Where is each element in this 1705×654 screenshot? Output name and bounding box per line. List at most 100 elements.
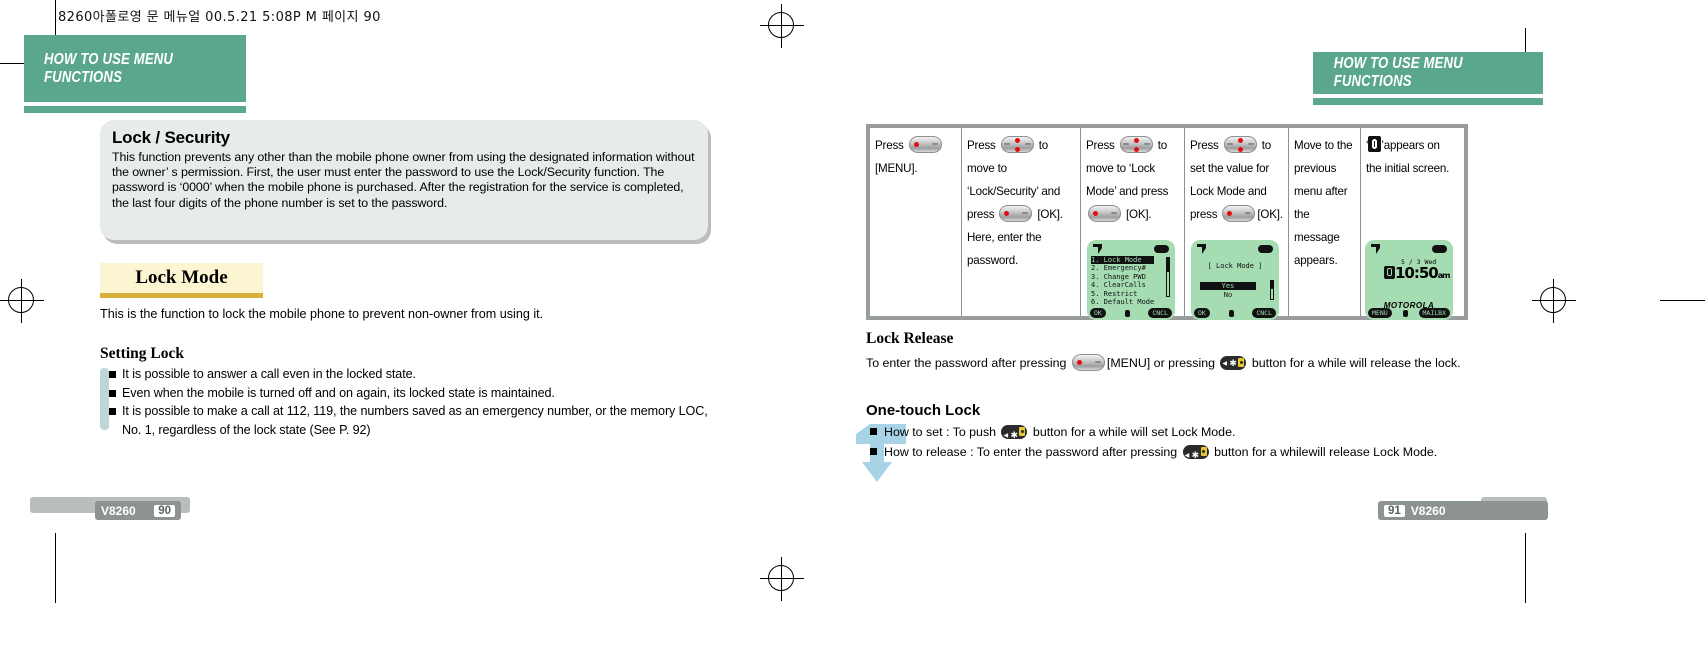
square-bullet-icon [870, 448, 877, 455]
lock-icon [1368, 136, 1382, 152]
step5-text: Move to the previous menu after the mess… [1294, 139, 1353, 267]
square-bullet-icon [870, 428, 877, 435]
lock-indicator-icon [1384, 266, 1395, 279]
table-cell-step-5: Move to the previous menu after the mess… [1289, 128, 1361, 316]
footer-left: V8260 90 [95, 501, 181, 520]
list-item: How to release : To enter the password a… [866, 442, 1466, 466]
list-item: Even when the mobile is turned off and o… [100, 384, 720, 403]
star-lock-key-icon: ✱ [1182, 445, 1209, 466]
lcd-idle-time: 10:50am [1395, 264, 1451, 282]
lock-release-text-a: To enter the password after pressing [866, 356, 1070, 370]
lcd-confirm-screen: [ Lock Mode ] Yes No OK CNCL [1191, 240, 1279, 320]
registration-mark-top [760, 4, 804, 48]
center-key-icon [1402, 309, 1408, 317]
star-lock-key-icon: ✱ [1220, 356, 1247, 373]
softkey-ok[interactable]: OK [1194, 308, 1210, 318]
footer-model-left: V8260 [101, 503, 136, 518]
list-item: It is possible to make a call at 112, 11… [100, 402, 720, 439]
scrollbar[interactable] [1270, 280, 1274, 300]
ok-key-icon [1088, 205, 1121, 222]
how-to-release-b: button for a while [1210, 445, 1309, 459]
crop-mark-right-bottom-v [1525, 533, 1526, 603]
scrollbar[interactable] [1166, 257, 1170, 297]
how-to-release-a: How to release : To enter the password a… [884, 445, 1181, 459]
softkey-ok[interactable]: OK [1090, 308, 1106, 318]
chapter-tab-left-rule [24, 106, 246, 113]
lock-security-title: Lock / Security [112, 128, 230, 147]
how-to-release-c: will release Lock Mode. [1308, 445, 1438, 459]
page-number-right: 91 [1384, 504, 1405, 517]
signal-icon [1197, 244, 1206, 254]
page-number-left: 90 [154, 504, 175, 517]
table-cell-step-1: Press [MENU]. [870, 128, 962, 316]
bullet-text: Even when the mobile is turned off and o… [122, 385, 555, 400]
center-key-icon [1228, 309, 1234, 317]
center-key-icon [1124, 309, 1130, 317]
lcd-softkey-row: MENU MAILBX [1368, 308, 1450, 318]
lcd-menu-item[interactable]: 6. Default Mode [1091, 298, 1154, 306]
step2-text-a: Press [967, 139, 999, 152]
table-right-rule [1464, 124, 1468, 320]
lcd-idle-time-value: 10:50 [1395, 264, 1439, 282]
lcd-idle-meridiem: am [1437, 271, 1451, 280]
lcd-menu-item[interactable]: 5. Restrict [1091, 290, 1154, 298]
lcd-option-no[interactable]: No [1200, 291, 1256, 299]
lock-mode-heading-tab: Lock Mode [100, 263, 263, 298]
bullet-text: It is possible to answer a call even in … [122, 367, 416, 381]
lock-mode-heading-label: Lock Mode [135, 267, 228, 288]
footer-model-right: V8260 [1410, 503, 1446, 518]
ok-key-icon [999, 205, 1033, 222]
softkey-cancel[interactable]: CNCL [1148, 308, 1172, 318]
crop-mark-left-bottom-v [55, 533, 56, 603]
step1-text-b: [MENU]. [875, 162, 918, 175]
lcd-menu-item[interactable]: 4. ClearCalls [1091, 281, 1154, 289]
ok-key-icon [1071, 354, 1105, 371]
manual-spread: 8260아폴로영 문 메뉴얼 00.5.21 5:08P M 페이지 90 HO… [0, 0, 1705, 654]
lock-release-paragraph: To enter the password after pressing [ME… [866, 354, 1466, 373]
ok-key-icon [908, 136, 942, 153]
step1-text-a: Press [875, 139, 907, 152]
lcd-menu-item[interactable]: 1. Lock Mode [1091, 256, 1155, 265]
chapter-tab-left-label: HOW TO USE MENU FUNCTIONS [43, 50, 174, 86]
footer-right: 91 V8260 [1378, 501, 1548, 520]
crop-mark-right-h [1660, 300, 1705, 301]
battery-icon [1154, 245, 1169, 253]
how-to-set-b: button for a while will set Lock Mode. [1029, 425, 1236, 439]
chapter-tab-left: HOW TO USE MENU FUNCTIONS [24, 35, 246, 102]
updown-key-icon [1119, 136, 1153, 153]
lcd-menu-screen: 1. Lock Mode 2. Emergency# 3. Change PWD… [1087, 240, 1175, 320]
square-bullet-icon [109, 408, 116, 415]
signal-icon [1093, 244, 1102, 254]
table-cell-step-3: Press to move to ‘Lock Mode’ and press [… [1081, 128, 1185, 320]
registration-mark-left [0, 279, 44, 323]
softkey-menu[interactable]: MENU [1368, 308, 1392, 318]
bullet-text: It is possible to make a call at 112, 11… [122, 404, 708, 437]
how-to-set-a: How to set : To push [884, 425, 1000, 439]
chapter-tab-right-label: HOW TO USE MENU FUNCTIONS [1333, 55, 1463, 90]
lock-security-info-box: Lock / Security This function prevents a… [100, 120, 708, 240]
step3-text-c: [OK]. [1123, 208, 1152, 221]
table-cell-step-4: Press to set the value for Lock Mode and… [1185, 128, 1289, 320]
registration-mark-right [1532, 279, 1576, 323]
list-item: How to set : To push ✱ button for a whil… [866, 422, 1466, 446]
lcd-softkey-row: OK CNCL [1090, 308, 1172, 318]
lcd-idle-screen: 5 / 3 Wed 10:50am MOTOROLA MENU MAILBX [1365, 240, 1453, 320]
softkey-mailbox[interactable]: MAILBX [1418, 308, 1450, 318]
battery-icon [1258, 245, 1273, 253]
lock-release-text-b: [MENU] or pressing [1106, 356, 1219, 370]
lcd-softkey-row: OK CNCL [1194, 308, 1276, 318]
table-cell-step-6: ‘’appears on the initial screen. 5 / 3 W… [1361, 128, 1462, 320]
crop-mark-left-v [55, 0, 56, 40]
table-cell-step-2: Press to move to ‘Lock/Security’ and pre… [962, 128, 1081, 316]
step3-text-a: Press [1086, 139, 1118, 152]
lcd-option-yes[interactable]: Yes [1200, 282, 1256, 290]
lcd-menu-item[interactable]: 3. Change PWD [1091, 273, 1154, 281]
print-slug: 8260아폴로영 문 메뉴얼 00.5.21 5:08P M 페이지 90 [58, 10, 381, 25]
lock-mode-description: This is the function to lock the mobile … [100, 307, 544, 321]
lcd-menu-item[interactable]: 2. Emergency# [1091, 264, 1154, 272]
setting-lock-bullet-list: It is possible to answer a call even in … [100, 365, 720, 439]
battery-icon [1432, 245, 1447, 253]
softkey-cancel[interactable]: CNCL [1252, 308, 1276, 318]
one-touch-lock-list: How to set : To push ✱ button for a whil… [856, 422, 1466, 482]
procedure-table: Press [MENU]. Press to move to ‘Lock/Sec… [866, 124, 1468, 320]
